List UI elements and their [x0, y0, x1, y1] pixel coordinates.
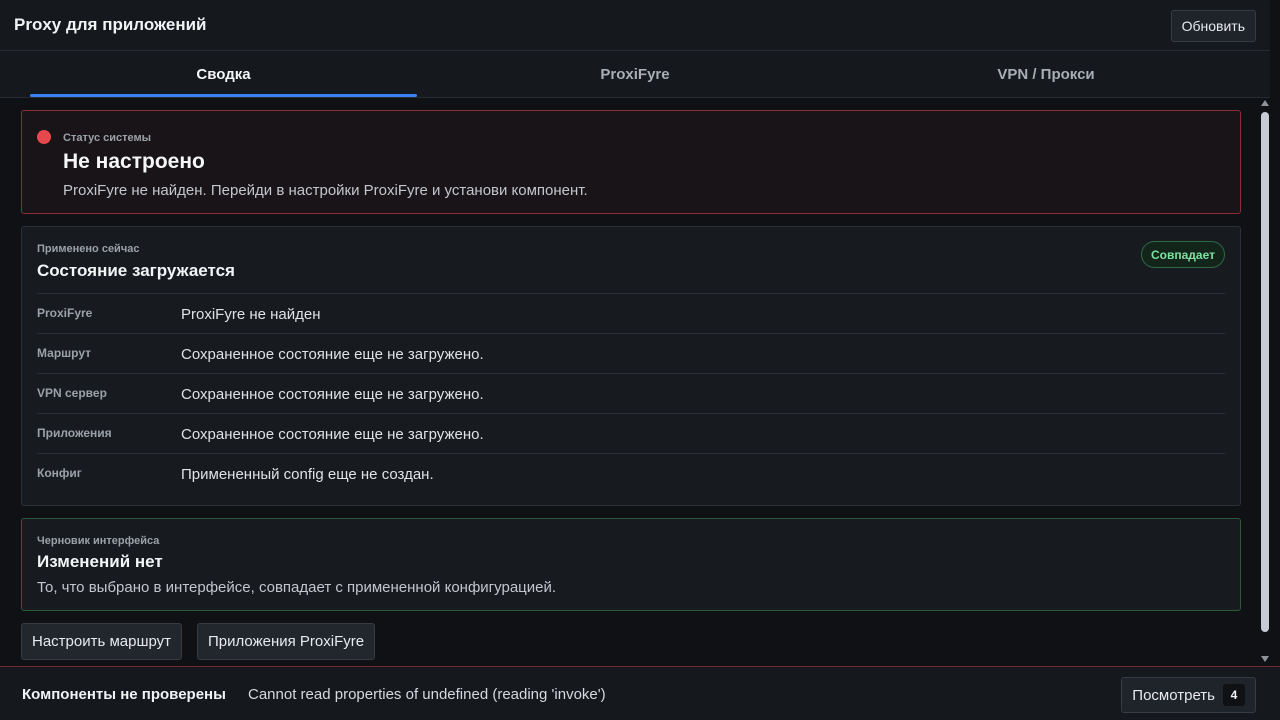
scroll-down-icon[interactable] — [1261, 656, 1269, 662]
ui-draft-card: Черновик интерфейса Изменений нет То, чт… — [21, 518, 1241, 611]
detail-key: Конфиг — [37, 466, 82, 480]
detail-key: ProxiFyre — [37, 306, 93, 320]
detail-row-apps: Приложения Сохраненное состояние еще не … — [37, 413, 1225, 453]
detail-value: Примененный config еще не создан. — [181, 466, 434, 483]
refresh-button[interactable]: Обновить — [1170, 10, 1256, 42]
vertical-scrollbar[interactable] — [1260, 98, 1270, 666]
tab-bar: Сводка ProxiFyre VPN / Прокси — [0, 51, 1270, 98]
detail-value: Сохраненное состояние еще не загружено. — [181, 426, 484, 443]
draft-label: Черновик интерфейса — [37, 535, 160, 547]
detail-key: Приложения — [37, 426, 112, 440]
page-title: Proxy для приложений — [14, 15, 207, 34]
detail-row-route: Маршрут Сохраненное состояние еще не заг… — [37, 333, 1225, 373]
draft-description: То, что выбрано в интерфейсе, совпадает … — [37, 579, 557, 596]
footer-error-message: Cannot read properties of undefined (rea… — [248, 686, 606, 703]
tab-proxifyre[interactable]: ProxiFyre — [430, 51, 840, 97]
applied-now-card: Применено сейчас Состояние загружается С… — [21, 226, 1241, 506]
applied-label: Применено сейчас — [37, 243, 140, 255]
status-indicator-icon — [37, 130, 51, 144]
proxifyre-apps-button[interactable]: Приложения ProxiFyre — [197, 623, 376, 660]
app-header: Proxy для приложений Обновить — [0, 0, 1270, 51]
detail-key: VPN сервер — [37, 386, 107, 400]
draft-title: Изменений нет — [37, 552, 163, 571]
detail-value: ProxiFyre не найден — [181, 306, 321, 323]
detail-key: Маршрут — [37, 346, 92, 360]
tab-vpn-proxy[interactable]: VPN / Прокси — [840, 51, 1252, 97]
match-status-badge: Совпадает — [1141, 241, 1225, 268]
status-label: Статус системы — [63, 132, 152, 144]
applied-details-list: ProxiFyre ProxiFyre не найден Маршрут Со… — [37, 293, 1225, 493]
applied-title: Состояние загружается — [37, 261, 235, 280]
components-status-bar: Компоненты не проверены Cannot read prop… — [0, 666, 1280, 720]
detail-row-config: Конфиг Примененный config еще не создан. — [37, 453, 1225, 493]
detail-row-proxifyre: ProxiFyre ProxiFyre не найден — [37, 293, 1225, 333]
detail-value: Сохраненное состояние еще не загружено. — [181, 346, 484, 363]
detail-row-vpn-server: VPN сервер Сохраненное состояние еще не … — [37, 373, 1225, 413]
scroll-thumb[interactable] — [1261, 112, 1269, 632]
scroll-up-icon[interactable] — [1261, 100, 1269, 106]
view-components-button[interactable]: Посмотреть 4 — [1121, 677, 1256, 713]
issue-count-badge: 4 — [1223, 684, 1245, 706]
detail-value: Сохраненное состояние еще не загружено. — [181, 386, 484, 403]
configure-route-button[interactable]: Настроить маршрут — [21, 623, 183, 660]
footer-title: Компоненты не проверены — [22, 686, 226, 703]
system-status-card: Статус системы Не настроено ProxiFyre не… — [21, 110, 1241, 214]
status-title: Не настроено — [63, 150, 205, 173]
view-button-label: Посмотреть — [1132, 686, 1215, 704]
tab-summary[interactable]: Сводка — [30, 51, 417, 97]
status-description: ProxiFyre не найден. Перейди в настройки… — [63, 182, 588, 199]
